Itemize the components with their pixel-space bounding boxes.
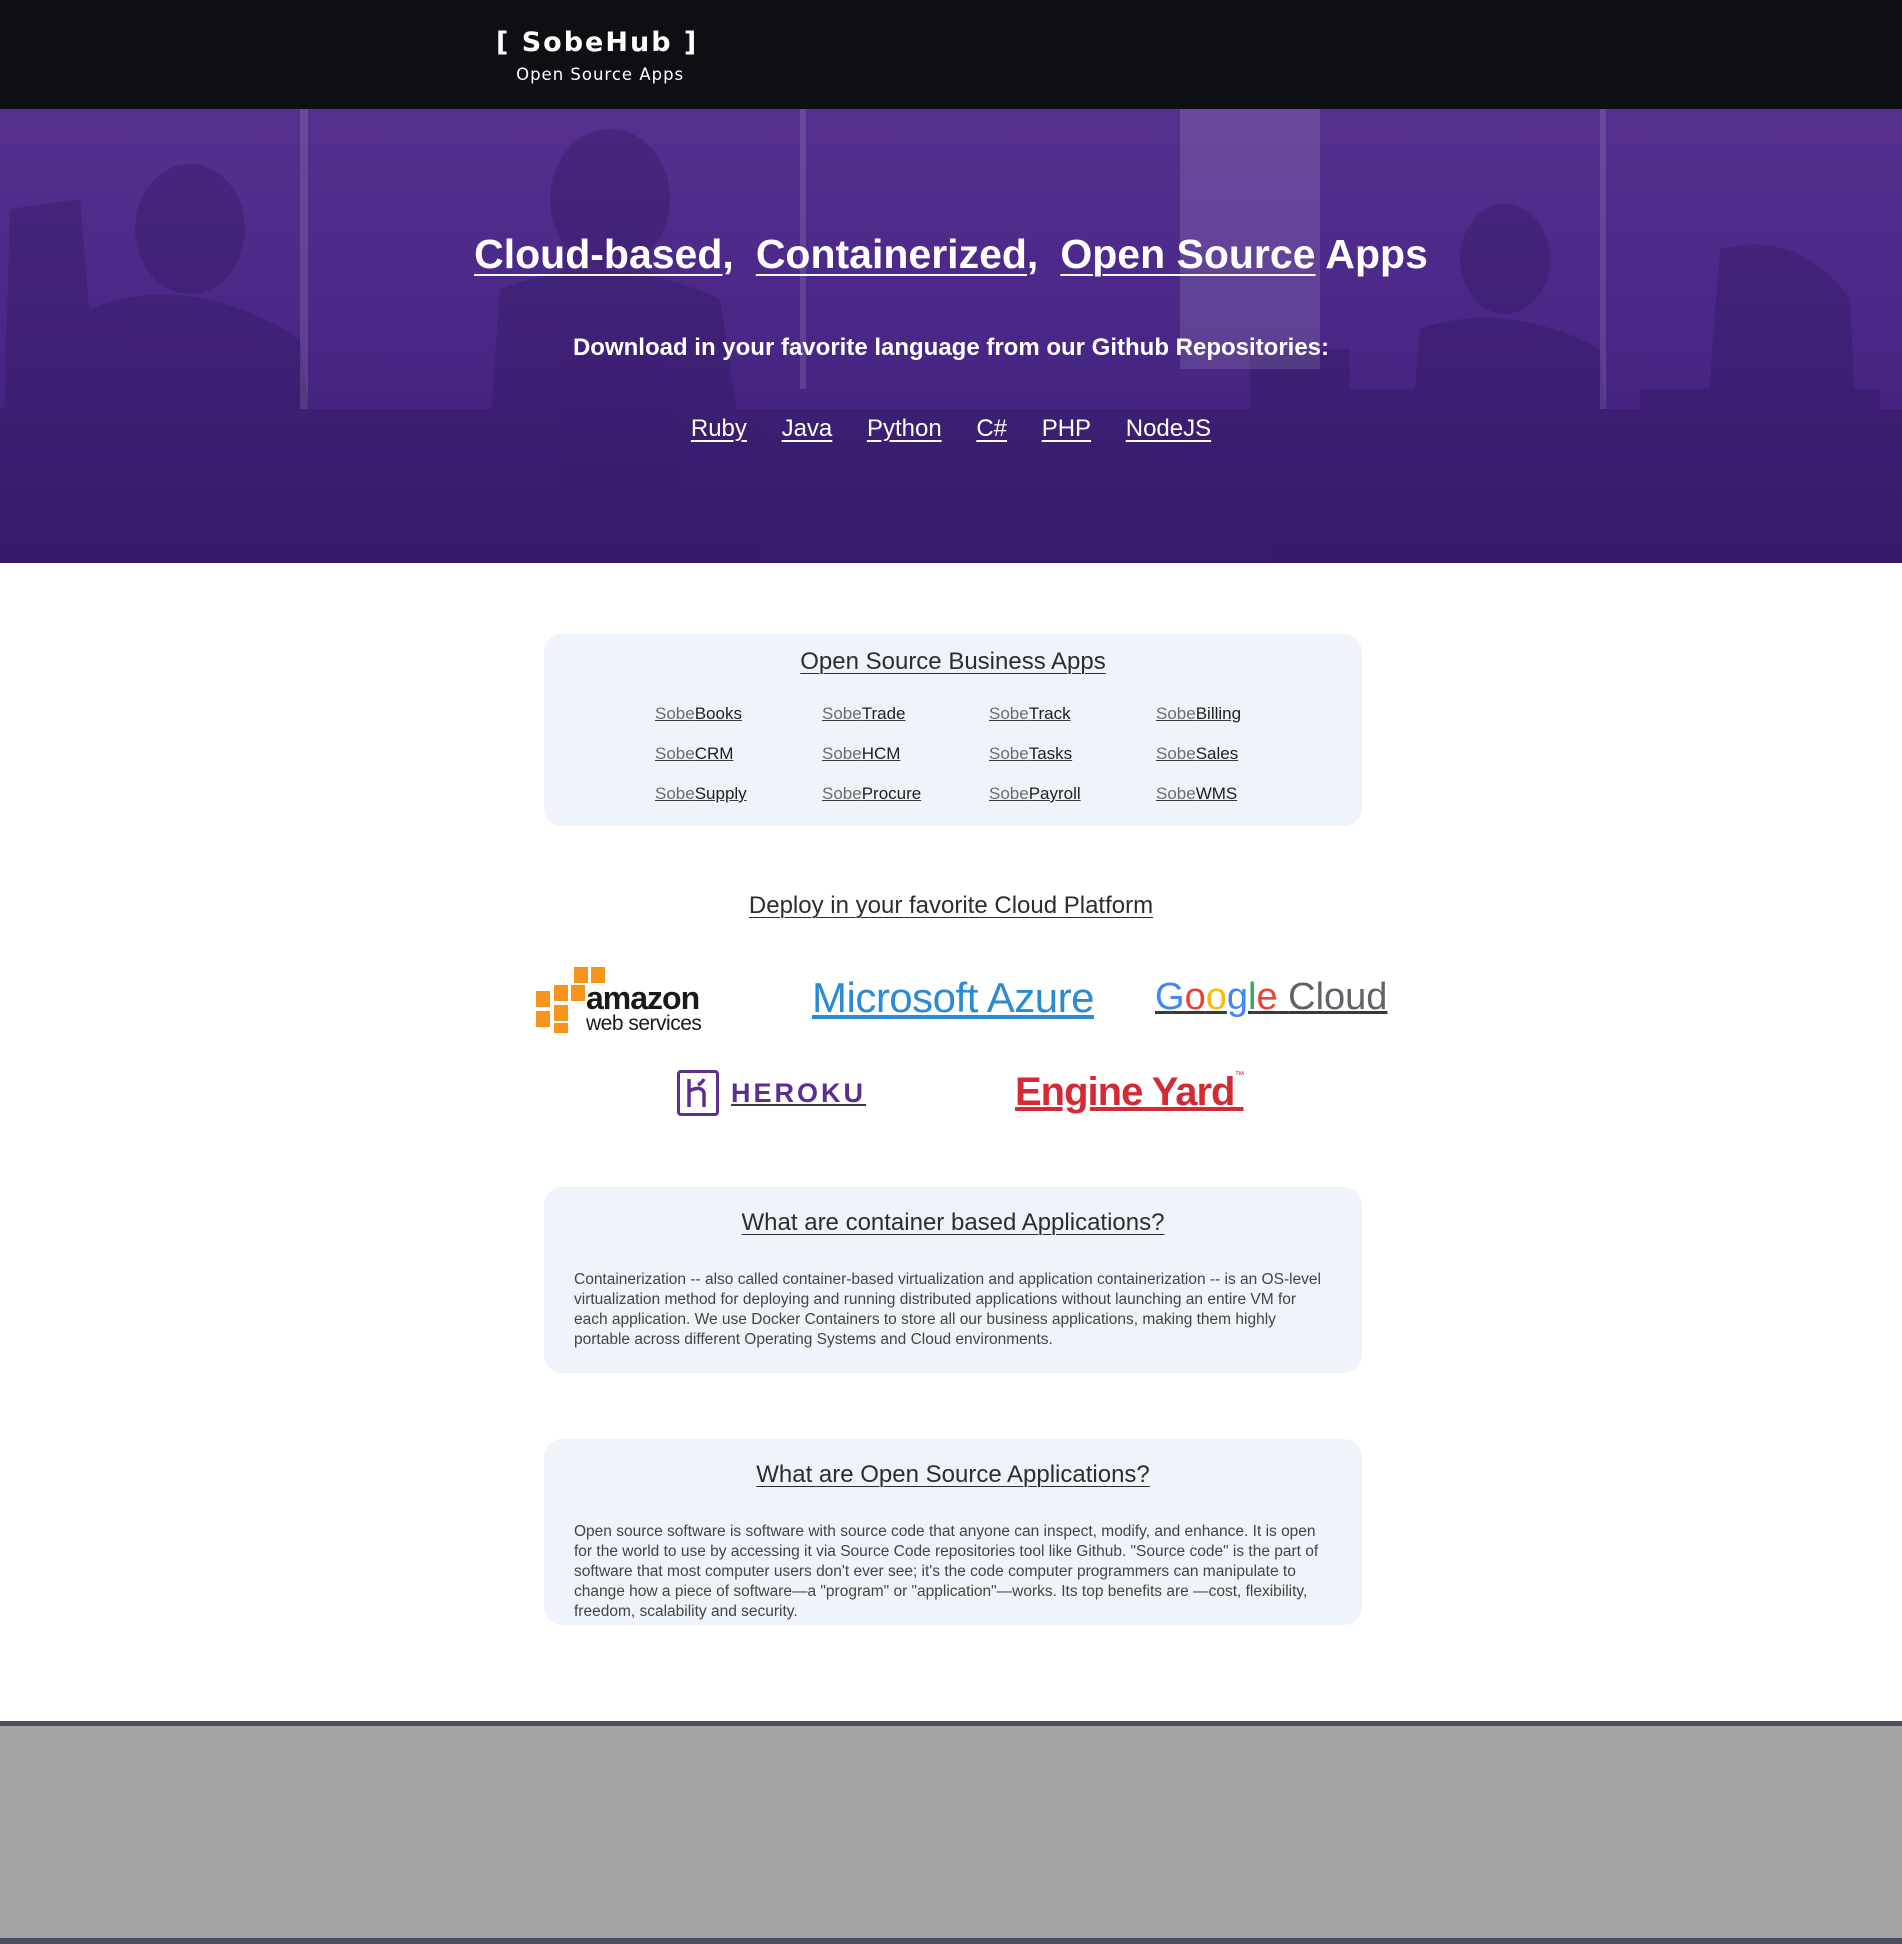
app-link-sobewms[interactable]: SobeWMS [1156,784,1323,824]
app-prefix: Sobe [822,784,862,803]
open-source-apps-card: What are Open Source Applications? Open … [544,1439,1362,1625]
google-letter: o [1184,976,1206,1018]
open-source-link[interactable]: Open Source [1060,231,1315,277]
open-source-apps-body: Open source software is software with so… [574,1523,1319,1620]
app-name: HCM [861,744,901,763]
app-link-sobecrm[interactable]: SobeCRM [655,744,822,784]
app-prefix: Sobe [1156,784,1196,803]
google-letter: G [1155,976,1185,1018]
lang-link-csharp[interactable]: C# [976,415,1007,442]
container-apps-title: What are container based Applications? [741,1209,1165,1236]
trademark-mark: ™ [1234,1070,1244,1081]
azure-logo[interactable]: Microsoft Azure [812,974,1094,1022]
heroku-logo[interactable]: HEROKU [677,1070,866,1116]
app-link-sobeprocure[interactable]: SobeProcure [822,784,989,824]
apps-grid: SobeBooks SobeTrade SobeTrack SobeBillin… [655,704,1323,824]
app-prefix: Sobe [989,704,1029,723]
app-link-sobetrack[interactable]: SobeTrack [989,704,1156,744]
aws-subtext: web services [585,1012,701,1035]
brand-logo[interactable]: [ SobeHub ] Open Source Apps [496,26,698,86]
app-link-sobepayroll[interactable]: SobePayroll [989,784,1156,824]
app-name: CRM [694,744,734,763]
hero-banner: Cloud-based, Containerized, Open Source Ap… [0,109,1902,563]
hero-subtitle: Download in your favorite language from … [572,334,1330,361]
engine-yard-wordmark: Engine Yard [1015,1070,1235,1114]
app-prefix: Sobe [989,784,1029,803]
lang-link-ruby[interactable]: Ruby [691,415,747,442]
aws-wordmark: amazon [586,980,699,1016]
containerized-link[interactable]: Containerized [756,231,1027,277]
app-prefix: Sobe [822,744,862,763]
footer [0,1726,1902,1938]
headline-apps-word: Apps [1325,231,1428,277]
heroku-icon [677,1070,719,1116]
headline-comma: , [1026,231,1039,277]
google-letter: e [1256,976,1278,1018]
app-name: Sales [1195,744,1239,763]
app-link-sobebilling[interactable]: SobeBilling [1156,704,1323,744]
app-prefix: Sobe [655,784,695,803]
app-link-sobesupply[interactable]: SobeSupply [655,784,822,824]
heroku-wordmark: HEROKU [731,1077,867,1108]
cloud-based-link[interactable]: Cloud-based [474,231,722,277]
app-prefix: Sobe [822,704,862,723]
headline-comma: , [722,231,734,277]
app-name: Procure [861,784,922,803]
lang-link-nodejs[interactable]: NodeJS [1126,415,1211,442]
app-prefix: Sobe [655,704,695,723]
google-letter: g [1226,976,1248,1018]
app-link-sobehcm[interactable]: SobeHCM [822,744,989,784]
app-prefix: Sobe [655,744,695,763]
app-link-sobetrade[interactable]: SobeTrade [822,704,989,744]
google-cloud-logo[interactable]: Google Cloud [1155,976,1387,1019]
app-name: Payroll [1028,784,1081,803]
app-link-sobetasks[interactable]: SobeTasks [989,744,1156,784]
hero-headline: Cloud-based, Containerized, Open Source Ap… [0,231,1902,278]
lang-link-java[interactable]: Java [782,415,833,442]
app-name: WMS [1195,784,1238,803]
language-links: Ruby Java Python C# PHP NodeJS [0,415,1902,443]
app-link-sobesales[interactable]: SobeSales [1156,744,1323,784]
app-name: Billing [1195,704,1242,723]
aws-cubes-icon: amazon web services [536,967,702,1035]
lang-link-python[interactable]: Python [867,415,942,442]
business-apps-title: Open Source Business Apps [800,648,1106,675]
app-prefix: Sobe [1156,704,1196,723]
deploy-section-title: Deploy in your favorite Cloud Platform [748,892,1154,919]
google-cloud-word: Cloud [1288,976,1388,1018]
app-name: Tasks [1028,744,1073,763]
open-source-apps-title: What are Open Source Applications? [756,1461,1150,1488]
footer-bottom-bar [0,1938,1902,1944]
app-name: Track [1028,704,1071,723]
brand-title[interactable]: [ SobeHub ] [496,26,698,60]
app-name: Supply [694,784,747,803]
app-name: Trade [861,704,906,723]
app-link-sobebooks[interactable]: SobeBooks [655,704,822,744]
engine-yard-logo[interactable]: Engine Yard™ [1015,1070,1244,1115]
container-apps-card: What are container based Applications? C… [544,1187,1362,1373]
app-prefix: Sobe [989,744,1029,763]
aws-logo[interactable]: amazon web services [534,965,714,1035]
brand-subtitle: Open Source Apps [516,65,685,84]
business-apps-card: Open Source Business Apps SobeBooks Sobe… [544,634,1362,826]
app-prefix: Sobe [1156,744,1196,763]
app-name: Books [694,704,742,723]
google-letter: o [1205,976,1227,1018]
container-apps-body: Containerization -- also called containe… [574,1271,1321,1348]
lang-link-php[interactable]: PHP [1042,415,1091,442]
top-header-bar: [ SobeHub ] Open Source Apps [0,0,1902,109]
